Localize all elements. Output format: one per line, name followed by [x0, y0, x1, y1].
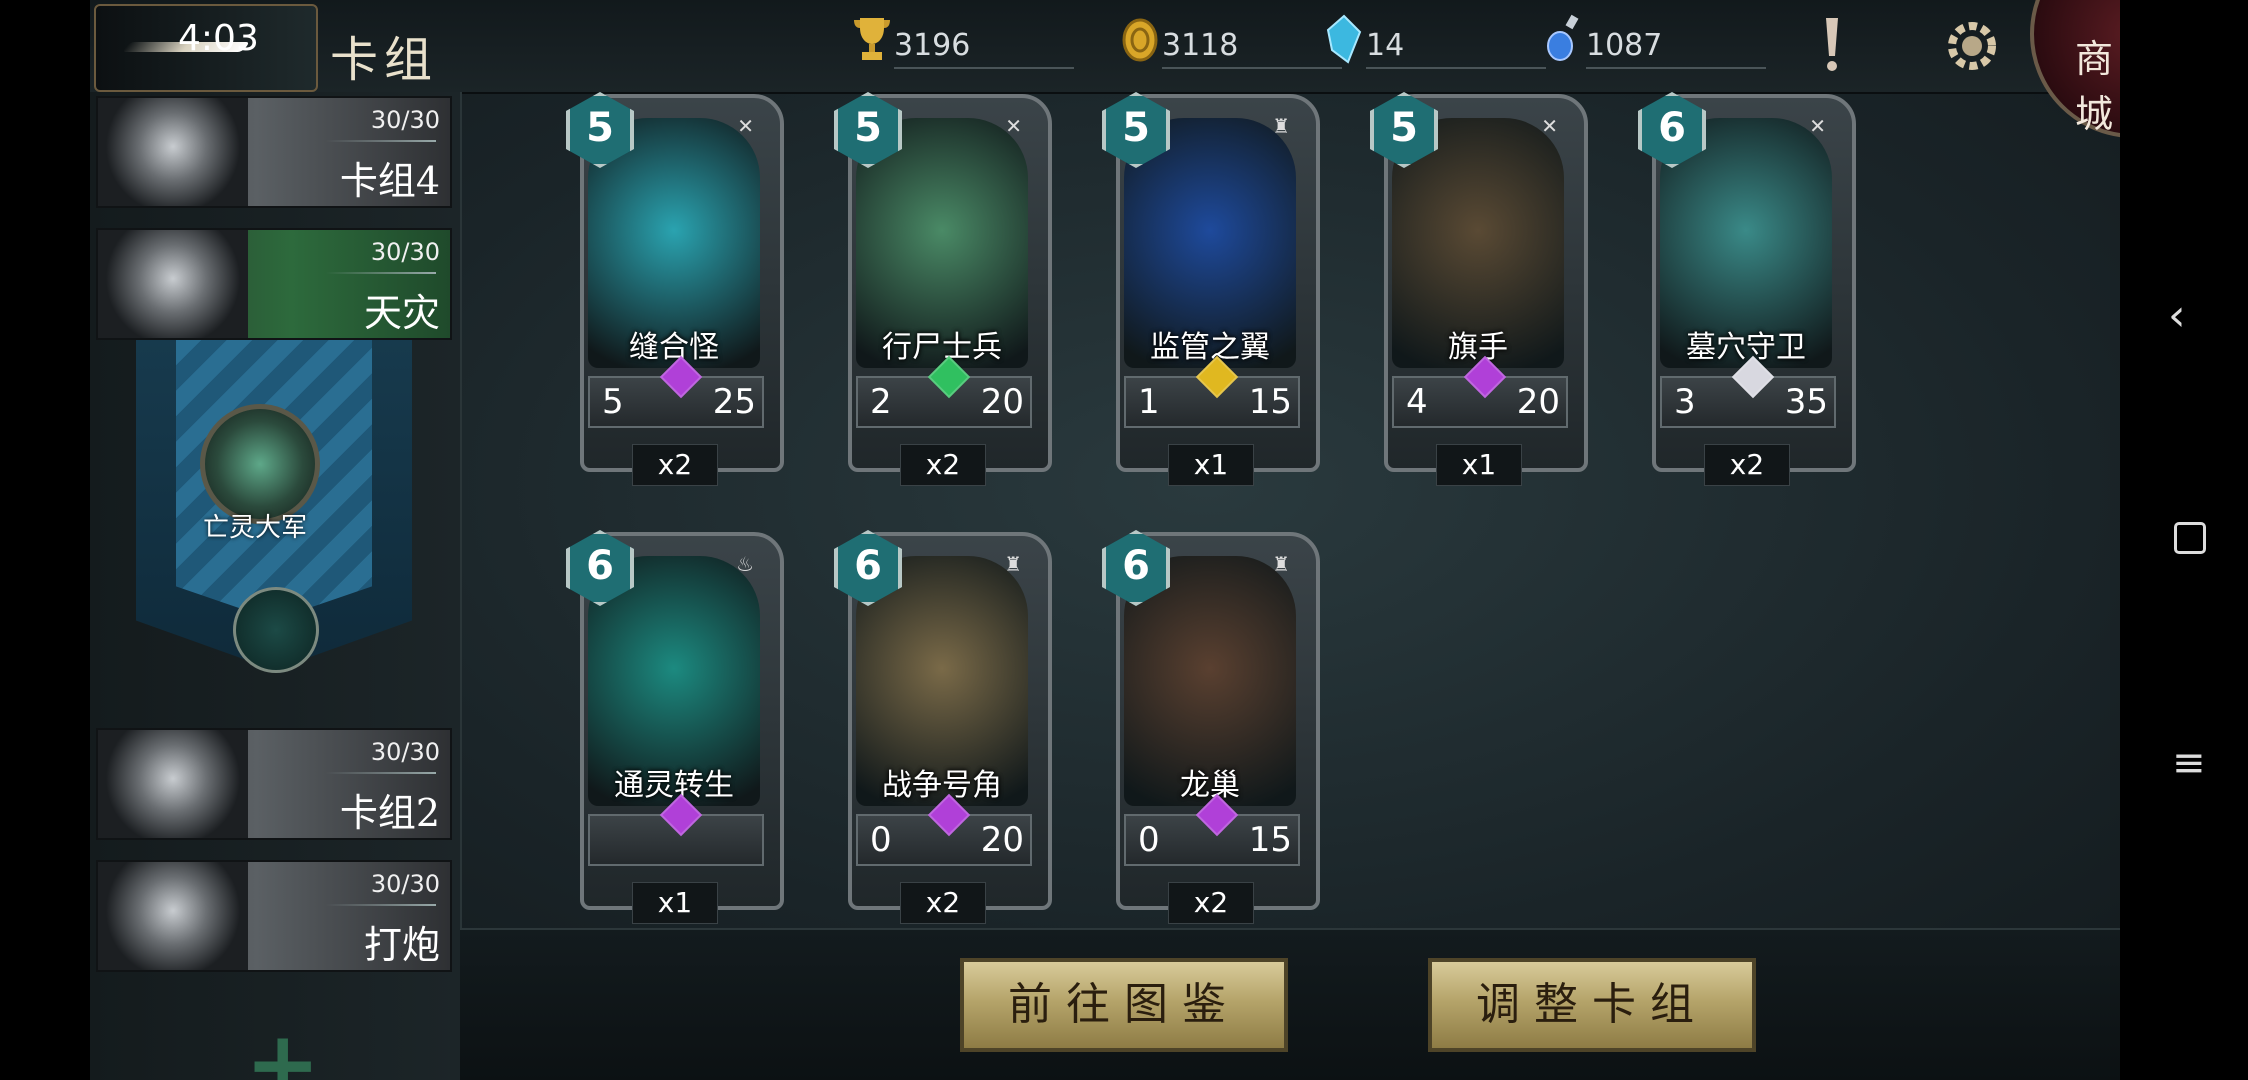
card-type-icon: ✕ [1809, 114, 1826, 138]
card-health: 20 [980, 382, 1024, 422]
card-name: 通灵转生 [614, 768, 734, 803]
add-deck-plus-icon[interactable]: + [245, 1012, 320, 1080]
deck-art [98, 730, 248, 838]
card-quantity: x2 [632, 444, 718, 486]
card-name: 龙巢 [1180, 768, 1240, 803]
deck-divider [326, 772, 436, 774]
card-quantity: x1 [632, 882, 718, 924]
card-quantity: x1 [1436, 444, 1522, 486]
alert-icon[interactable] [1820, 14, 1844, 74]
status-time: 4:03 [178, 18, 259, 59]
deck-art [98, 862, 248, 970]
deck-name: 卡组2 [339, 791, 440, 835]
trophy-value: 3196 [894, 28, 1074, 69]
deck-divider [326, 140, 436, 142]
card[interactable]: 5 ✕ 缝合怪 5 25 x2 [566, 86, 784, 486]
card-health: 15 [1248, 382, 1292, 422]
card-name: 缝合怪 [629, 330, 719, 365]
page-title: 卡组 [330, 32, 439, 88]
deck-settings-gear-icon[interactable] [233, 587, 319, 673]
deck-item-2[interactable]: 30/30 卡组2 [96, 728, 452, 840]
shop-label: 商城 [2075, 37, 2118, 136]
card-type-icon: ♜ [1272, 114, 1290, 138]
system-nav-bar: ‹ ≡ [2120, 0, 2248, 1080]
home-square-icon[interactable] [2174, 522, 2206, 554]
deck-count: 30/30 [370, 238, 440, 266]
deck-count: 30/30 [370, 870, 440, 898]
card-health: 15 [1248, 820, 1292, 860]
card-type-icon: ✕ [1005, 114, 1022, 138]
card-quantity: x1 [1168, 444, 1254, 486]
card[interactable]: 5 ♜ 监管之翼 1 15 x1 [1102, 86, 1320, 486]
trophy-icon [854, 18, 890, 60]
card-type-icon: ✕ [737, 114, 754, 138]
deck-name: 天灾 [363, 291, 440, 335]
card-attack: 3 [1674, 382, 1696, 422]
crystal-value: 14 [1366, 28, 1546, 69]
gold-coin-icon [1122, 18, 1158, 62]
deck-count: 30/30 [370, 738, 440, 766]
deck-divider [326, 904, 436, 906]
card-quantity: x2 [900, 882, 986, 924]
card-name: 墓穴守卫 [1686, 330, 1806, 365]
card-type-icon: ♨ [736, 552, 754, 576]
card-name: 行尸士兵 [882, 330, 1002, 365]
card-attack: 5 [602, 382, 624, 422]
card-health: 25 [712, 382, 756, 422]
adjust-deck-button[interactable]: 调整卡组 [1428, 958, 1756, 1052]
potion-value: 1087 [1586, 28, 1766, 69]
card-type-icon: ♜ [1004, 552, 1022, 576]
card-quantity: x2 [1168, 882, 1254, 924]
card-attack: 0 [1138, 820, 1160, 860]
deck-count: 30/30 [370, 106, 440, 134]
game-screen: 4:03 卡组 3196 3118 14 1087 商城 30/30 卡组4 3… [90, 0, 2120, 1080]
card[interactable]: 6 ♜ 龙巢 0 15 x2 [1102, 524, 1320, 924]
card-type-icon: ♜ [1272, 552, 1290, 576]
card-name: 监管之翼 [1150, 330, 1270, 365]
card[interactable]: 5 ✕ 旗手 4 20 x1 [1370, 86, 1588, 486]
card-attack: 2 [870, 382, 892, 422]
card-quantity: x2 [1704, 444, 1790, 486]
deck-divider [326, 272, 436, 274]
deck-sidebar: 30/30 卡组4 30/30 天灾 亡灵大军 30/30 卡组2 30/30 … [90, 92, 462, 1080]
back-chevron-icon[interactable]: ‹ [2168, 290, 2186, 341]
card-attack: 4 [1406, 382, 1428, 422]
card-health: 35 [1784, 382, 1828, 422]
faction-emblem [200, 404, 320, 524]
gold-value: 3118 [1162, 28, 1342, 69]
settings-gear-icon[interactable] [1940, 14, 2004, 78]
card[interactable]: 6 ♨ 通灵转生 x1 [566, 524, 784, 924]
card-health: 20 [1516, 382, 1560, 422]
deck-name: 打炮 [363, 923, 440, 967]
menu-lines-icon[interactable]: ≡ [2172, 740, 2206, 786]
deck-name: 卡组4 [339, 159, 440, 203]
card-attack: 0 [870, 820, 892, 860]
bottom-bar [460, 928, 2120, 1080]
potion-icon [1547, 14, 1579, 61]
gallery-button[interactable]: 前往图鉴 [960, 958, 1288, 1052]
top-bar: 4:03 卡组 3196 3118 14 1087 商城 [90, 0, 2120, 138]
deck-item-4[interactable]: 30/30 卡组4 [96, 96, 452, 208]
card[interactable]: 6 ✕ 墓穴守卫 3 35 x2 [1638, 86, 1856, 486]
deck-item-scourge[interactable]: 30/30 天灾 [96, 228, 452, 340]
deck-art [98, 98, 248, 206]
card-health: 20 [980, 820, 1024, 860]
card-type-icon: ✕ [1541, 114, 1558, 138]
faction-label: 亡灵大军 [202, 513, 307, 543]
card-attack: 1 [1138, 382, 1160, 422]
card[interactable]: 6 ♜ 战争号角 0 20 x2 [834, 524, 1052, 924]
card-quantity: x2 [900, 444, 986, 486]
deck-item-bombard[interactable]: 30/30 打炮 [96, 860, 452, 972]
card-name: 战争号角 [882, 768, 1002, 803]
deck-art [98, 230, 248, 338]
card[interactable]: 5 ✕ 行尸士兵 2 20 x2 [834, 86, 1052, 486]
crystal-icon [1326, 14, 1362, 64]
card-name: 旗手 [1448, 330, 1508, 365]
